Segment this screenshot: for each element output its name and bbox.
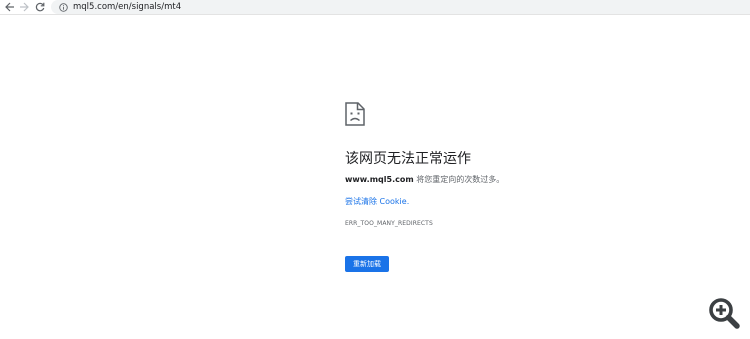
reload-button[interactable] bbox=[33, 0, 47, 14]
forward-button[interactable] bbox=[17, 0, 31, 14]
back-button[interactable] bbox=[3, 0, 17, 14]
description-text: 将您重定向的次数过多。 bbox=[413, 175, 505, 184]
arrow-left-icon bbox=[5, 2, 14, 12]
reload-page-button[interactable]: 重新加载 bbox=[345, 256, 389, 272]
reload-icon bbox=[35, 2, 45, 12]
clear-cookies-link[interactable]: Cookie. bbox=[377, 197, 410, 206]
url-text[interactable]: mql5.com/en/signals/mt4 bbox=[73, 2, 181, 12]
info-icon[interactable] bbox=[57, 1, 69, 13]
error-content: 该网页无法正常运作 www.mql5.com 将您重定向的次数过多。 尝试清除 … bbox=[345, 102, 725, 272]
error-description: www.mql5.com 将您重定向的次数过多。 bbox=[345, 175, 725, 185]
suggestion: 尝试清除 Cookie. bbox=[345, 197, 725, 207]
arrow-right-icon bbox=[20, 2, 29, 12]
sad-document-icon bbox=[345, 102, 365, 126]
browser-toolbar: mql5.com/en/signals/mt4 bbox=[0, 0, 750, 15]
description-host: www.mql5.com bbox=[345, 175, 414, 184]
zoom-in-icon[interactable] bbox=[708, 297, 740, 329]
suggestion-prefix: 尝试清除 bbox=[345, 197, 377, 206]
error-code: ERR_TOO_MANY_REDIRECTS bbox=[345, 220, 433, 227]
page-title: 该网页无法正常运作 bbox=[345, 151, 471, 167]
address-bar[interactable]: mql5.com/en/signals/mt4 bbox=[51, 0, 750, 14]
